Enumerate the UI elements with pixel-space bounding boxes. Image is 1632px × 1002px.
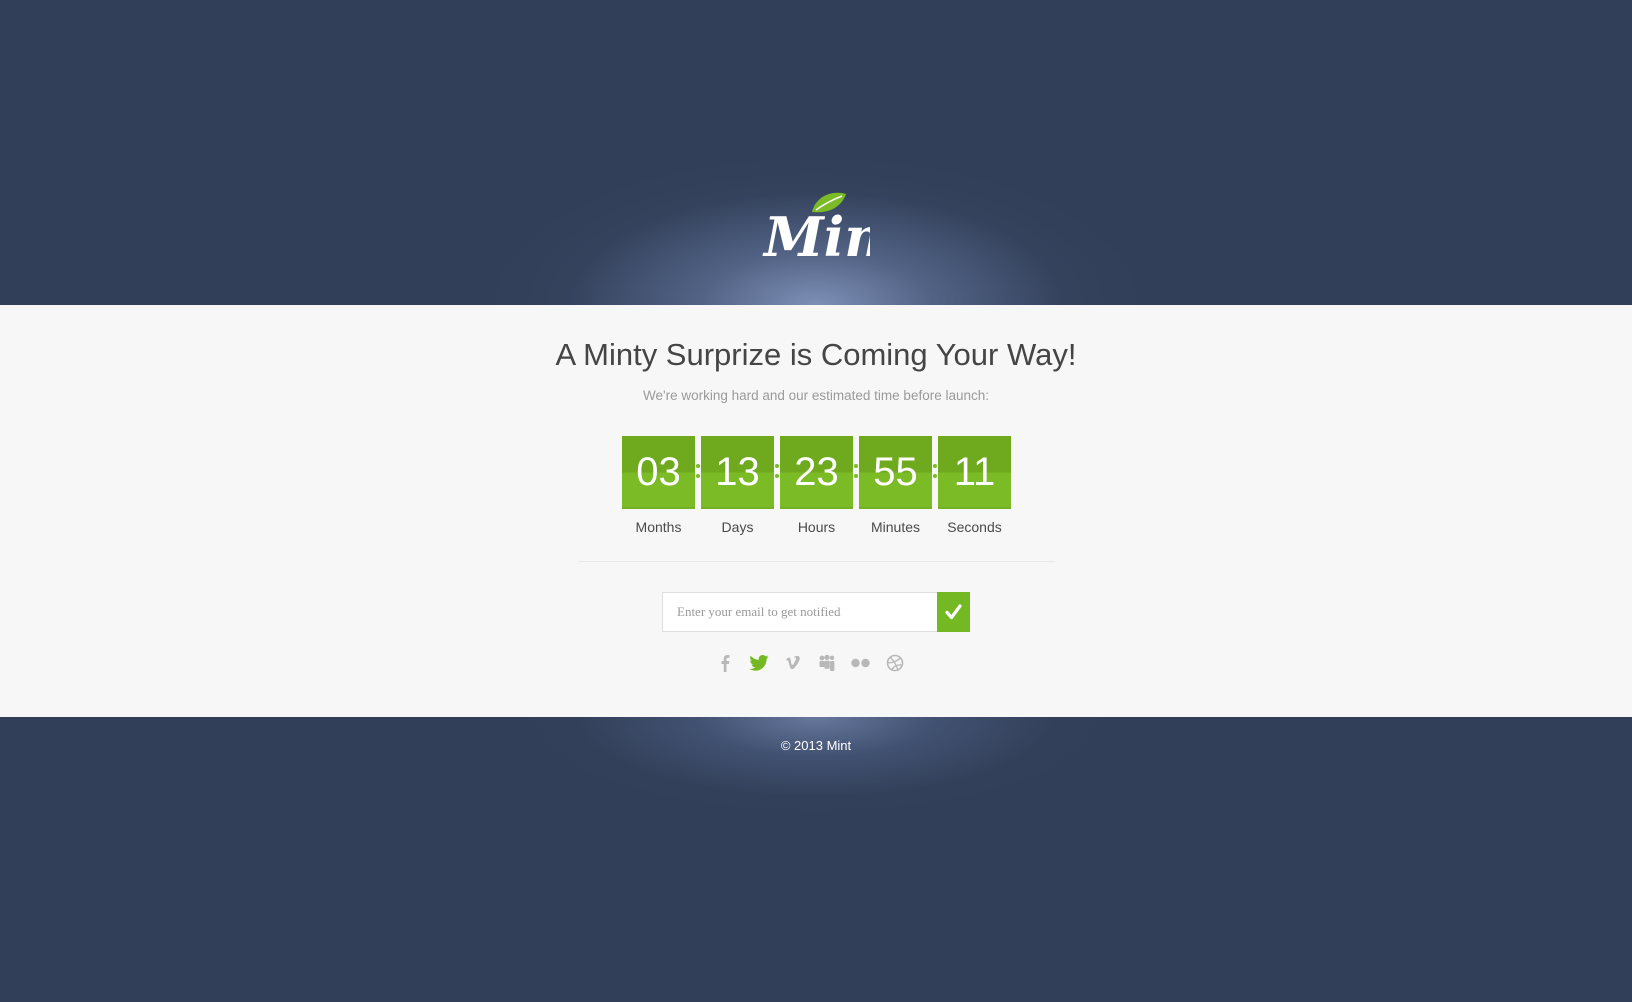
countdown-seconds-label: Seconds bbox=[947, 519, 1002, 535]
countdown-hours-label: Hours bbox=[797, 519, 836, 535]
checkmark-icon bbox=[945, 604, 962, 620]
twitter-link[interactable] bbox=[748, 652, 770, 674]
facebook-icon bbox=[721, 655, 730, 672]
countdown: 03 Months 13 Days 23 Hours 55 Minutes 11… bbox=[622, 436, 1012, 546]
copyright-text: © 2013 Mint bbox=[780, 738, 852, 753]
flickr-icon bbox=[851, 658, 870, 668]
social-links bbox=[714, 652, 914, 676]
flickr-link[interactable] bbox=[850, 652, 872, 674]
vimeo-icon bbox=[786, 656, 800, 670]
countdown-months-value: 03 bbox=[622, 436, 695, 509]
notify-form bbox=[662, 592, 970, 632]
email-input[interactable] bbox=[662, 592, 938, 632]
mint-logo[interactable]: Mint bbox=[760, 188, 870, 268]
header: Mint bbox=[0, 0, 1632, 305]
divider bbox=[578, 561, 1055, 562]
dribbble-link[interactable] bbox=[884, 652, 906, 674]
countdown-seconds: 11 Seconds bbox=[938, 436, 1011, 535]
twitter-icon bbox=[749, 655, 769, 671]
dribbble-icon bbox=[886, 654, 904, 672]
countdown-hours-value: 23 bbox=[780, 436, 853, 509]
page-subtitle: We're working hard and our estimated tim… bbox=[642, 388, 989, 403]
facebook-link[interactable] bbox=[714, 652, 736, 674]
vimeo-link[interactable] bbox=[782, 652, 804, 674]
notify-submit-button[interactable] bbox=[937, 592, 970, 632]
page-title: A Minty Surprize is Coming Your Way! bbox=[555, 337, 1077, 372]
countdown-minutes-label: Minutes bbox=[870, 519, 921, 535]
countdown-months-label: Months bbox=[635, 519, 682, 535]
countdown-hours: 23 Hours bbox=[780, 436, 853, 535]
countdown-minutes-value: 55 bbox=[859, 436, 932, 509]
footer: © 2013 Mint bbox=[0, 717, 1632, 1002]
countdown-seconds-value: 11 bbox=[938, 436, 1011, 509]
countdown-days-label: Days bbox=[721, 519, 754, 535]
countdown-minutes: 55 Minutes bbox=[859, 436, 932, 535]
main-content: A Minty Surprize is Coming Your Way! We'… bbox=[0, 305, 1632, 717]
countdown-days: 13 Days bbox=[701, 436, 774, 535]
myspace-icon bbox=[819, 654, 835, 671]
countdown-months: 03 Months bbox=[622, 436, 695, 535]
countdown-days-value: 13 bbox=[701, 436, 774, 509]
logo-text: Mint bbox=[762, 205, 870, 268]
myspace-link[interactable] bbox=[816, 652, 838, 674]
